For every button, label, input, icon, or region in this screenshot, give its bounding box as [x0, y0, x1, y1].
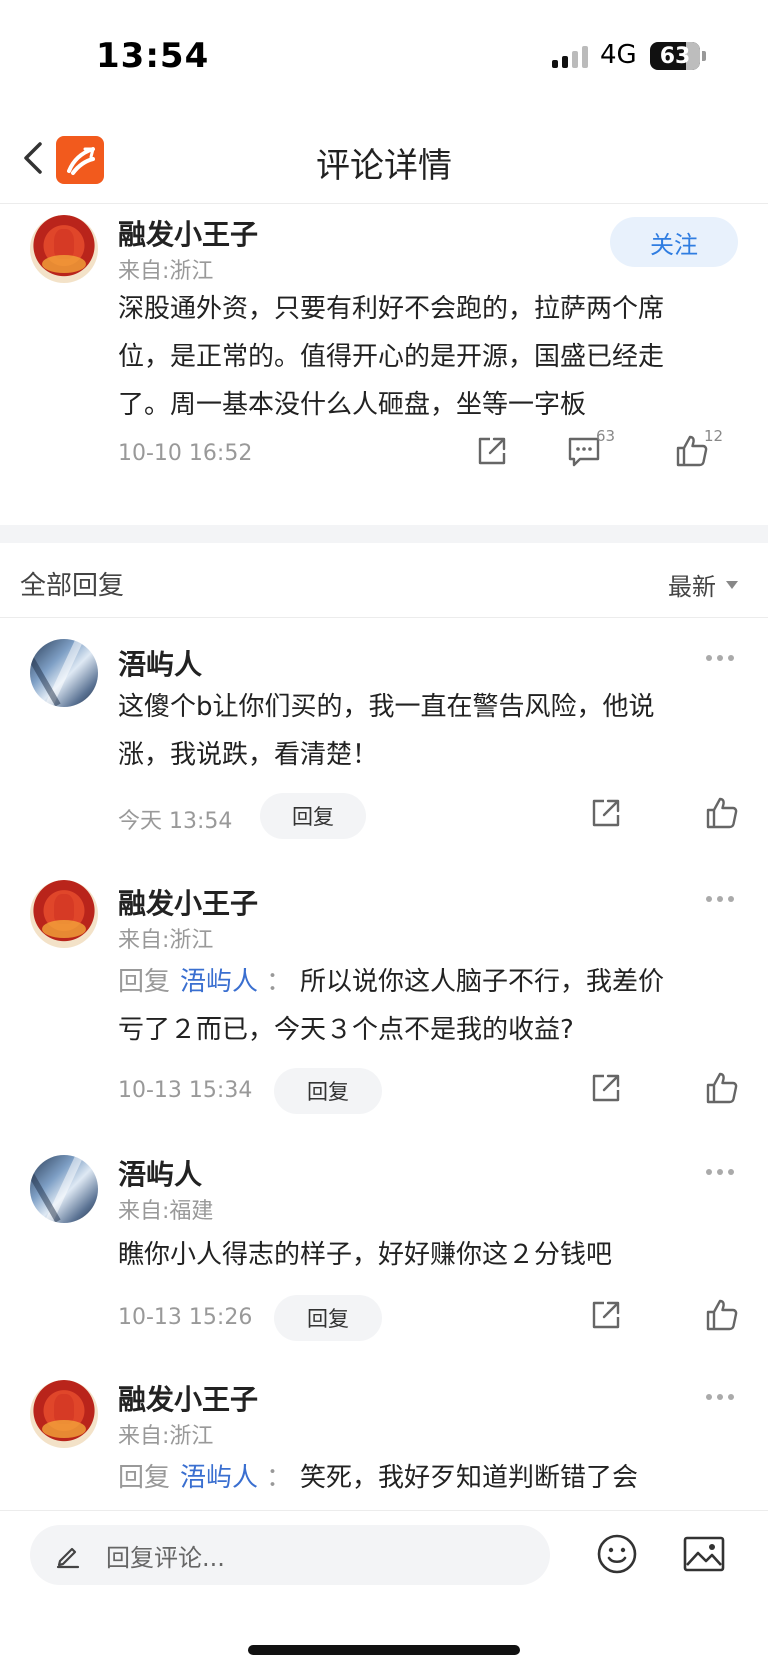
avatar[interactable]: [30, 639, 98, 707]
reply-time: 10-13 15:26: [118, 1305, 253, 1330]
bottom-bar: 回复评论...: [0, 1510, 768, 1665]
location-label: 来自:浙江: [118, 1424, 214, 1449]
more-icon[interactable]: [706, 653, 740, 663]
reply-colon: ：: [266, 967, 293, 997]
reply-content: 瞧你小人得志的样子，好好赚你这２分钱吧: [118, 1231, 738, 1279]
reply-text: 笑死，我好歹知道判断错了会: [300, 1463, 639, 1493]
reply-prefix: 回复: [118, 967, 171, 997]
comment-line: 了。周一基本没什么人砸盘，坐等一字板: [118, 390, 587, 420]
like-count: 12: [704, 427, 724, 445]
reply-button[interactable]: 回复: [274, 1295, 382, 1341]
reply-text: 所以说你这人脑子不行，我差价: [300, 967, 665, 997]
input-placeholder: 回复评论...: [106, 1543, 225, 1572]
username[interactable]: 浯屿人: [118, 1153, 202, 1193]
reply-content: 这傻个b让你们买的，我一直在警告风险，他说 涨，我说跌，看清楚！: [118, 683, 738, 779]
pencil-icon: [56, 1547, 80, 1569]
avatar[interactable]: [30, 215, 98, 283]
reply-target-user[interactable]: 浯屿人: [180, 967, 258, 997]
reply-content: 回复 浯屿人 ：所以说你这人脑子不行，我差价 亏了２而已，今天３个点不是我的收益?: [118, 958, 738, 1054]
main-comment: 融发小王子 来自:浙江 关注 深股通外资，只要有利好不会跑的，拉萨两个席 位，是…: [0, 205, 768, 525]
username[interactable]: 融发小王子: [118, 882, 258, 922]
username[interactable]: 浯屿人: [118, 643, 202, 683]
nav-bar: 评论详情: [0, 110, 768, 204]
reply-line: 亏了２而已，今天３个点不是我的收益?: [118, 1015, 574, 1045]
battery-icon: 63: [650, 42, 706, 70]
reply-item: 融发小王子 来自:浙江 回复 浯屿人：所以说你这人脑子不行，我差价 亏了２而已，今…: [0, 862, 768, 1117]
section-divider: [0, 525, 768, 543]
reply-prefix: 回复: [118, 1463, 171, 1493]
reply-line: 回复 浯屿人 ：所以说你这人脑子不行，我差价: [118, 958, 738, 1006]
status-bar: 13:54 4G 63: [0, 0, 768, 110]
share-icon[interactable]: [588, 795, 624, 831]
reply-time: 今天 13:54: [118, 809, 233, 834]
reply-line: 回复 浯屿人 ：笑死，我好歹知道判断错了会: [118, 1454, 738, 1502]
reply-button[interactable]: 回复: [260, 793, 366, 839]
avatar[interactable]: [30, 880, 98, 948]
location-label: 来自:福建: [118, 1199, 214, 1224]
status-time: 13:54: [96, 36, 210, 76]
like-icon[interactable]: [704, 1070, 740, 1106]
comment-content: 深股通外资，只要有利好不会跑的，拉萨两个席 位，是正常的。值得开心的是开源，国盛…: [118, 285, 738, 429]
reply-item: 融发小王子 来自:浙江 回复 浯屿人 ：笑死，我好歹知道判断错了会: [0, 1362, 768, 1510]
home-indicator[interactable]: [248, 1645, 520, 1655]
avatar[interactable]: [30, 1155, 98, 1223]
page-title: 评论详情: [316, 146, 452, 186]
reply-colon: ：: [266, 1463, 293, 1493]
comment-count: 63: [596, 427, 616, 445]
more-icon[interactable]: [706, 1392, 740, 1402]
more-icon[interactable]: [706, 894, 740, 904]
like-icon[interactable]: [704, 795, 740, 831]
share-icon[interactable]: [588, 1297, 624, 1333]
emoji-icon[interactable]: [596, 1533, 638, 1575]
reply-line: 瞧你小人得志的样子，好好赚你这２分钱吧: [118, 1240, 613, 1270]
location-label: 来自:浙江: [118, 259, 214, 284]
like-icon[interactable]: [704, 1297, 740, 1333]
username[interactable]: 融发小王子: [118, 213, 258, 253]
location-label: 来自:浙江: [118, 928, 214, 953]
reply-line: 这傻个b让你们买的，我一直在警告风险，他说: [118, 692, 655, 722]
comment-line: 位，是正常的。值得开心的是开源，国盛已经走: [118, 342, 665, 372]
all-replies-title: 全部回复: [20, 571, 125, 601]
reply-content: 回复 浯屿人 ：笑死，我好歹知道判断错了会: [118, 1454, 738, 1502]
reply-time: 10-13 15:34: [118, 1078, 253, 1103]
avatar[interactable]: [30, 1380, 98, 1448]
share-icon[interactable]: [588, 1070, 624, 1106]
share-icon[interactable]: [474, 433, 510, 469]
comment-line: 深股通外资，只要有利好不会跑的，拉萨两个席: [118, 294, 665, 324]
reply-line: 涨，我说跌，看清楚！: [118, 740, 379, 770]
sort-label: 最新: [668, 573, 716, 601]
more-icon[interactable]: [706, 1167, 740, 1177]
battery-level: 63: [659, 43, 691, 69]
sort-dropdown[interactable]: 最新: [668, 567, 738, 602]
reply-button[interactable]: 回复: [274, 1068, 382, 1114]
reply-comment-input[interactable]: 回复评论...: [30, 1525, 550, 1585]
replies-header: 全部回复 最新: [0, 543, 768, 618]
reply-item: 浯屿人 来自:福建 瞧你小人得志的样子，好好赚你这２分钱吧 10-13 15:2…: [0, 1135, 768, 1345]
reply-item: 浯屿人 这傻个b让你们买的，我一直在警告风险，他说 涨，我说跌，看清楚！ 今天 …: [0, 619, 768, 841]
comment-time: 10-10 16:52: [118, 441, 253, 466]
image-icon[interactable]: [682, 1535, 726, 1573]
follow-button[interactable]: 关注: [610, 217, 738, 267]
caret-down-icon: [726, 580, 738, 589]
signal-icon: [552, 46, 588, 68]
username[interactable]: 融发小王子: [118, 1378, 258, 1418]
network-type: 4G: [600, 40, 637, 70]
reply-target-user[interactable]: 浯屿人: [180, 1463, 258, 1493]
